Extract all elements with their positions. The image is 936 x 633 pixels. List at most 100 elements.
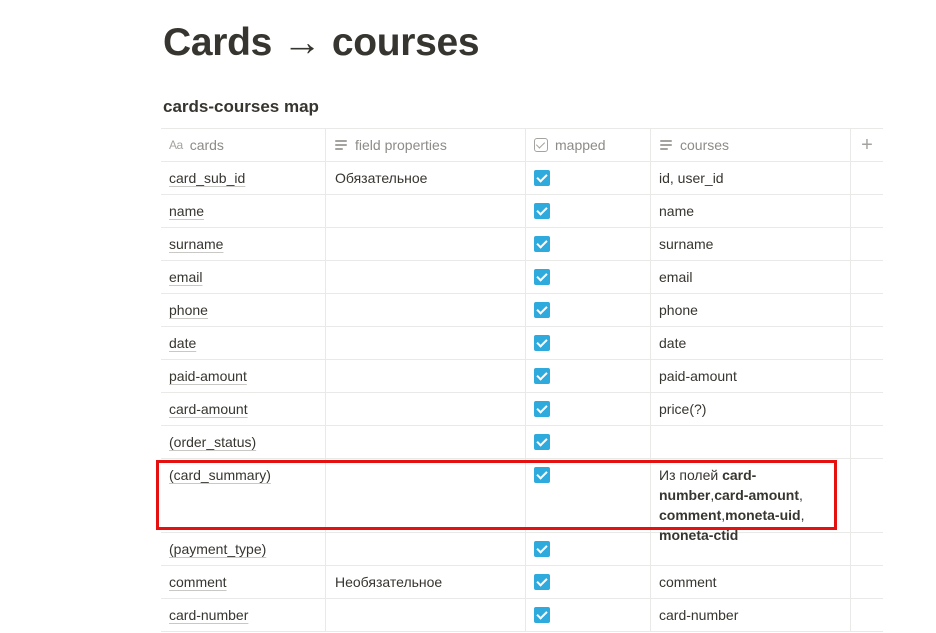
column-header-courses[interactable]: courses — [651, 129, 851, 161]
cell-courses[interactable]: date — [651, 327, 851, 359]
table-row[interactable]: email email — [161, 261, 883, 294]
checkbox-checked[interactable] — [534, 401, 550, 417]
checkbox-checked[interactable] — [534, 541, 550, 557]
column-header-field-properties[interactable]: field properties — [326, 129, 526, 161]
row-title[interactable]: card-number — [169, 607, 248, 623]
table-row[interactable]: (payment_type) — [161, 533, 883, 566]
row-title[interactable]: date — [169, 335, 196, 351]
table-row[interactable]: card_sub_id Обязательное id, user_id — [161, 162, 883, 195]
cell-field-properties[interactable] — [326, 393, 526, 425]
cell-field-properties[interactable] — [326, 294, 526, 326]
table-row[interactable]: phone phone — [161, 294, 883, 327]
cell-courses[interactable]: phone — [651, 294, 851, 326]
cell-field-properties[interactable] — [326, 195, 526, 227]
checkbox-icon — [534, 138, 548, 152]
checkbox-checked[interactable] — [534, 302, 550, 318]
cell-cards[interactable]: card-amount — [161, 393, 326, 425]
text-fragment: , — [800, 507, 805, 523]
cell-field-properties[interactable] — [326, 459, 526, 532]
cell-cards[interactable]: paid-amount — [161, 360, 326, 392]
cell-field-properties[interactable] — [326, 533, 526, 565]
cell-courses[interactable]: id, user_id — [651, 162, 851, 194]
cell-courses[interactable]: surname — [651, 228, 851, 260]
checkbox-checked[interactable] — [534, 574, 550, 590]
checkbox-checked[interactable] — [534, 170, 550, 186]
table-row[interactable]: (order_status) — [161, 426, 883, 459]
cell-field-properties[interactable] — [326, 261, 526, 293]
checkbox-checked[interactable] — [534, 269, 550, 285]
cell-cards[interactable]: (card_summary) — [161, 459, 326, 532]
row-title[interactable]: paid-amount — [169, 368, 247, 384]
cell-courses[interactable]: comment — [651, 566, 851, 598]
row-title[interactable]: email — [169, 269, 202, 285]
checkbox-checked[interactable] — [534, 467, 550, 483]
text-aa-icon: Aa — [169, 138, 183, 152]
cell-courses[interactable] — [651, 426, 851, 458]
cell-courses[interactable]: paid-amount — [651, 360, 851, 392]
cell-field-properties[interactable] — [326, 360, 526, 392]
cell-cards[interactable]: (payment_type) — [161, 533, 326, 565]
checkbox-checked[interactable] — [534, 607, 550, 623]
cell-cards[interactable]: card_sub_id — [161, 162, 326, 194]
cell-cards[interactable]: phone — [161, 294, 326, 326]
cell-field-properties[interactable]: Обязательное — [326, 162, 526, 194]
cell-field-properties[interactable]: Необязательное — [326, 566, 526, 598]
cell-mapped — [526, 228, 651, 260]
table-row[interactable]: (card_summary) Из полей card-number,card-… — [161, 459, 883, 543]
cell-mapped — [526, 327, 651, 359]
field-properties-text — [334, 335, 335, 351]
cell-cards[interactable]: (order_status) — [161, 426, 326, 458]
table-row[interactable]: name name — [161, 195, 883, 228]
table-row[interactable]: surname surname — [161, 228, 883, 261]
checkbox-checked[interactable] — [534, 434, 550, 450]
courses-text: email — [659, 269, 693, 285]
cell-courses[interactable]: card-number — [651, 599, 851, 631]
row-title[interactable]: surname — [169, 236, 223, 252]
cell-empty — [851, 426, 883, 458]
row-title[interactable]: (order_status) — [169, 434, 256, 450]
cell-cards[interactable]: name — [161, 195, 326, 227]
checkbox-checked[interactable] — [534, 236, 550, 252]
row-title[interactable]: comment — [169, 574, 227, 590]
row-title[interactable]: phone — [169, 302, 208, 318]
cell-cards[interactable]: email — [161, 261, 326, 293]
cell-mapped — [526, 393, 651, 425]
field-properties-text — [334, 269, 335, 285]
table-row[interactable]: paid-amount paid-amount — [161, 360, 883, 393]
field-properties-text — [334, 203, 335, 219]
table-row[interactable]: card-amount price(?) — [161, 393, 883, 426]
row-title[interactable]: (card_summary) — [169, 467, 271, 483]
table-row[interactable]: date date — [161, 327, 883, 360]
column-header-cards[interactable]: Aa cards — [161, 129, 326, 161]
database-view-title[interactable]: cards-courses map — [163, 96, 319, 118]
cell-field-properties[interactable] — [326, 599, 526, 631]
cell-mapped — [526, 459, 651, 532]
cell-cards[interactable]: card-number — [161, 599, 326, 631]
cell-courses[interactable]: price(?) — [651, 393, 851, 425]
cell-courses[interactable]: Из полей card-number,card-amount, commen… — [651, 459, 851, 543]
row-title[interactable]: card_sub_id — [169, 170, 245, 186]
cell-cards[interactable]: date — [161, 327, 326, 359]
table-row[interactable]: card-number card-number — [161, 599, 883, 632]
cell-field-properties[interactable] — [326, 228, 526, 260]
add-column-button[interactable]: + — [851, 129, 883, 161]
row-title[interactable]: name — [169, 203, 204, 219]
cell-cards[interactable]: comment — [161, 566, 326, 598]
checkbox-checked[interactable] — [534, 335, 550, 351]
row-title[interactable]: (payment_type) — [169, 541, 266, 557]
cell-mapped — [526, 426, 651, 458]
cell-courses[interactable]: name — [651, 195, 851, 227]
table-row[interactable]: comment Необязательное comment — [161, 566, 883, 599]
cell-cards[interactable]: surname — [161, 228, 326, 260]
cell-courses[interactable] — [651, 533, 851, 565]
cell-empty — [851, 261, 883, 293]
field-properties-text: Обязательное — [335, 170, 428, 186]
checkbox-checked[interactable] — [534, 368, 550, 384]
cell-field-properties[interactable] — [326, 426, 526, 458]
cell-courses[interactable]: email — [651, 261, 851, 293]
cell-empty — [851, 459, 883, 532]
column-header-mapped[interactable]: mapped — [526, 129, 651, 161]
checkbox-checked[interactable] — [534, 203, 550, 219]
row-title[interactable]: card-amount — [169, 401, 248, 417]
cell-field-properties[interactable] — [326, 327, 526, 359]
